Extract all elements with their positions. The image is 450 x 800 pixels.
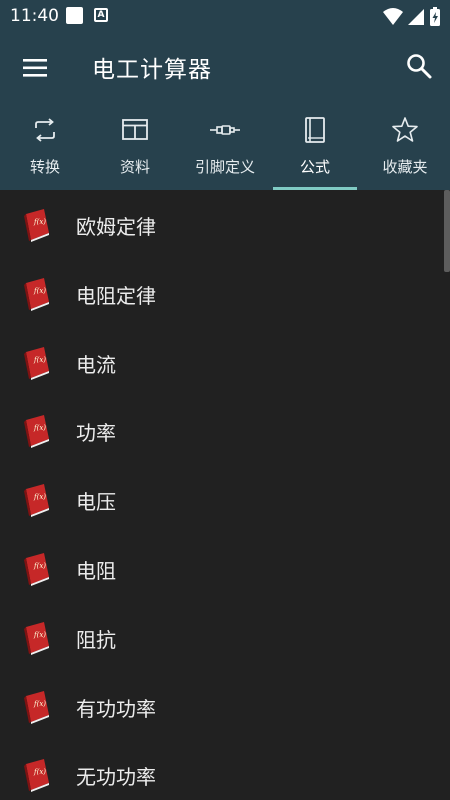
list-item-reactive-power[interactable]: f(x) 无功功率 xyxy=(0,740,450,800)
menu-icon[interactable] xyxy=(20,53,50,83)
formula-book-icon: f(x) xyxy=(24,209,49,242)
svg-text:f(x): f(x) xyxy=(33,562,46,570)
tab-label: 资料 xyxy=(119,158,150,176)
signal-icon xyxy=(408,9,424,25)
svg-text:f(x): f(x) xyxy=(33,631,46,639)
formula-book-icon: f(x) xyxy=(24,415,49,449)
status-bar: 11:40 A xyxy=(0,0,450,34)
convert-icon xyxy=(35,118,55,142)
formula-book-icon: f(x) xyxy=(24,346,49,380)
tab-favorites[interactable]: 收藏夹 xyxy=(360,100,450,190)
list-item-active-power[interactable]: f(x) 有功功率 xyxy=(0,672,450,741)
formula-list: f(x) 欧姆定律 f(x) 电阻定律 f(x) 电流 f(x) 功率 f(x)… xyxy=(0,190,450,800)
list-item-current[interactable]: f(x) 电流 xyxy=(0,328,450,397)
formula-book-icon: f(x) xyxy=(24,690,49,724)
tab-pinout[interactable]: 引脚定义 xyxy=(180,100,270,190)
tab-label: 公式 xyxy=(299,158,330,176)
table-icon xyxy=(122,119,148,140)
status-icons xyxy=(383,7,440,26)
formula-book-icon: f(x) xyxy=(24,621,49,655)
item-label: 阻抗 xyxy=(76,627,116,652)
item-label: 功率 xyxy=(76,421,116,446)
search-icon[interactable] xyxy=(404,51,434,81)
tab-convert[interactable]: 转换 xyxy=(0,100,90,190)
formula-book-icon: f(x) xyxy=(24,552,49,586)
list-item-resistance[interactable]: f(x) 电阻 xyxy=(0,534,450,603)
wifi-icon xyxy=(383,8,403,25)
star-icon xyxy=(392,117,418,142)
tab-data[interactable]: 资料 xyxy=(90,100,180,190)
app-bar: 电工计算器 xyxy=(0,34,450,100)
notification-a-icon: A xyxy=(94,8,108,22)
tab-formula[interactable]: 公式 xyxy=(270,100,360,190)
item-label: 欧姆定律 xyxy=(76,215,156,239)
svg-text:f(x): f(x) xyxy=(33,218,46,226)
tab-bar: 转换 资料 引脚定义 公式 收藏夹 xyxy=(0,100,450,190)
book-icon xyxy=(305,117,325,143)
formula-book-icon: f(x) xyxy=(24,759,49,793)
app-title: 电工计算器 xyxy=(92,57,212,83)
notification-square-icon xyxy=(66,7,83,24)
tab-label: 转换 xyxy=(29,158,60,176)
item-label: 电阻定律 xyxy=(76,283,156,308)
list-item-impedance[interactable]: f(x) 阻抗 xyxy=(0,603,450,672)
connector-icon xyxy=(210,125,240,135)
tab-label: 引脚定义 xyxy=(194,158,255,176)
formula-book-icon: f(x) xyxy=(24,277,49,311)
item-label: 无功功率 xyxy=(76,765,156,790)
svg-text:f(x): f(x) xyxy=(33,287,46,295)
list-item-resistance-law[interactable]: f(x) 电阻定律 xyxy=(0,259,450,328)
svg-text:f(x): f(x) xyxy=(33,356,46,364)
item-label: 电压 xyxy=(76,490,116,515)
item-label: 有功功率 xyxy=(76,696,156,721)
list-item-ohms-law[interactable]: f(x) 欧姆定律 xyxy=(0,190,450,259)
svg-text:f(x): f(x) xyxy=(33,493,46,501)
list-item-power[interactable]: f(x) 功率 xyxy=(0,396,450,465)
battery-icon xyxy=(430,7,440,26)
svg-text:f(x): f(x) xyxy=(33,424,46,432)
formula-book-icon: f(x) xyxy=(24,484,49,518)
svg-text:f(x): f(x) xyxy=(33,768,46,776)
tab-label: 收藏夹 xyxy=(382,158,428,176)
status-time: 11:40 xyxy=(10,6,59,26)
list-item-voltage[interactable]: f(x) 电压 xyxy=(0,465,450,534)
list-scrollbar[interactable] xyxy=(444,190,450,272)
item-label: 电流 xyxy=(76,352,116,377)
item-label: 电阻 xyxy=(76,558,116,583)
svg-text:f(x): f(x) xyxy=(33,700,46,708)
